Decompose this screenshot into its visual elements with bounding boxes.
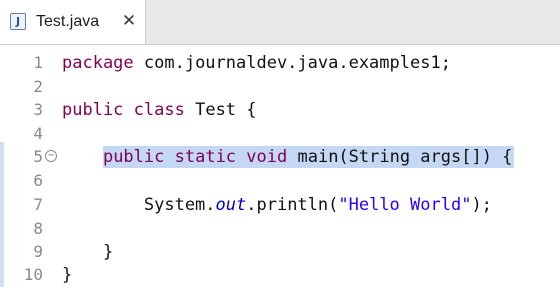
tab-title: Test.java (36, 13, 100, 30)
code-text: System.out.println("Hello World"); (62, 193, 492, 217)
token: Test { (184, 100, 257, 120)
tab-test-java[interactable]: J Test.java ✕ (0, 0, 146, 44)
code-text: package com.journaldev.java.examples1; (62, 51, 451, 75)
token-kw: public (62, 100, 124, 120)
editor-tab-bar: J Test.java ✕ (0, 0, 560, 45)
token-kw: public (102, 147, 165, 167)
line-number: 2 (33, 77, 43, 96)
code-text: } (62, 240, 113, 264)
line-number: 6 (33, 171, 43, 190)
code-line[interactable]: 3 public class Test { (0, 98, 560, 122)
code-line[interactable]: 2 (0, 75, 560, 99)
code-text: public class Test { (62, 98, 257, 122)
token: com.journaldev.java.examples1; (133, 53, 451, 73)
code-line[interactable]: 6 (0, 169, 560, 193)
line-number: 1 (33, 53, 43, 72)
line-number: 10 (23, 265, 43, 284)
fold-toggle-icon[interactable]: − (45, 150, 57, 162)
code-line[interactable]: 5− public static void main(String args[]… (0, 145, 560, 169)
line-number: 3 (33, 100, 43, 119)
token-kw: static (174, 147, 237, 167)
code-line[interactable]: 10} (0, 263, 560, 287)
code-line[interactable]: 8 (0, 217, 560, 241)
token: } (62, 265, 73, 285)
token: } (62, 242, 114, 262)
code-line[interactable]: 1 package com.journaldev.java.examples1; (0, 51, 560, 75)
line-number: 5 (33, 147, 43, 166)
code-editor[interactable]: 1 package com.journaldev.java.examples1; 2… (0, 45, 560, 287)
code-line[interactable]: 9 } (0, 240, 560, 264)
token-kw: void (246, 147, 288, 167)
code-line[interactable]: 7 System.out.println("Hello World"); (0, 193, 560, 217)
code-text: public static void main(String args[]) { (62, 145, 512, 169)
token: System. (62, 195, 216, 215)
token-kw: package (62, 53, 134, 73)
line-number: 9 (33, 242, 43, 261)
token: ); (471, 195, 492, 215)
java-file-icon: J (10, 13, 26, 30)
code-text: } (62, 263, 72, 287)
close-icon[interactable]: ✕ (119, 10, 139, 32)
line-number: 8 (33, 219, 43, 238)
code-line[interactable]: 4 (0, 122, 560, 146)
line-number: 4 (33, 124, 43, 143)
line-number: 7 (33, 195, 43, 214)
token: main(String args[]) { (287, 147, 513, 167)
token-it: out (215, 195, 247, 215)
token: .println( (246, 195, 339, 215)
token-str: "Hello World" (338, 195, 472, 215)
token-kw: class (133, 100, 185, 120)
